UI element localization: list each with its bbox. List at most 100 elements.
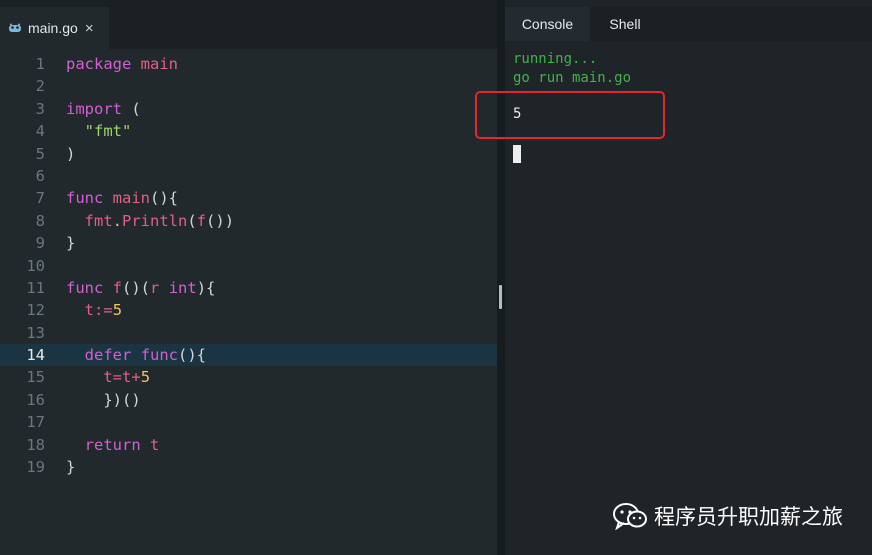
code-token: (: [122, 99, 141, 118]
code-token: package: [66, 55, 132, 73]
code-token: })(): [66, 390, 141, 409]
code-token: defer: [84, 346, 132, 365]
code-token: (){: [178, 346, 207, 365]
line-number: 2: [35, 77, 45, 96]
line-number: 7: [35, 189, 45, 208]
code-text: "fmt": [66, 120, 132, 142]
code-text: return t: [66, 434, 160, 456]
code-token: import: [66, 99, 122, 118]
code-text: import (: [66, 98, 141, 120]
line-number: 16: [26, 390, 45, 409]
code-text: package main: [66, 53, 178, 75]
code-line[interactable]: 17: [0, 411, 497, 433]
code-line[interactable]: 6: [0, 165, 497, 187]
code-token: 5: [112, 301, 123, 320]
code-token: 5: [140, 368, 151, 387]
code-line[interactable]: 19}: [0, 456, 497, 478]
code-text: t:=5: [66, 299, 122, 321]
code-token: ){: [196, 278, 216, 297]
code-text: fmt.Println(f()): [66, 210, 234, 232]
code-token: main: [112, 189, 150, 208]
code-token: t: [122, 368, 132, 387]
console-pane[interactable]: Console Shell running... go run main.go …: [505, 0, 872, 555]
code-token: Println: [122, 211, 188, 230]
line-number: 15: [26, 368, 45, 387]
code-token: r: [150, 278, 160, 297]
code-line[interactable]: 4 "fmt": [0, 120, 497, 142]
line-number: 4: [35, 122, 45, 141]
code-line[interactable]: 2: [0, 75, 497, 97]
line-number: 14: [26, 346, 45, 365]
code-line[interactable]: 11 func f()(r int){: [0, 277, 497, 299]
code-line[interactable]: 16 })(): [0, 389, 497, 411]
code-text: })(): [66, 389, 141, 411]
code-token: (){: [150, 189, 178, 208]
code-token: f: [112, 278, 123, 297]
line-number: 1: [35, 55, 45, 73]
code-token: fmt: [84, 211, 113, 230]
code-line[interactable]: 1 package main: [0, 53, 497, 75]
line-number: 3: [35, 99, 45, 118]
code-token: main: [140, 55, 178, 73]
file-tab-main-go[interactable]: main.go ×: [0, 7, 109, 49]
code-token: :=: [94, 301, 113, 320]
resize-handle[interactable]: [499, 285, 502, 309]
watermark-text: 程序员升职加薪之旅: [654, 506, 843, 529]
tab-shell[interactable]: Shell: [590, 7, 660, 41]
pane-divider[interactable]: [497, 0, 505, 555]
code-token: ()): [206, 211, 235, 230]
code-line[interactable]: 10: [0, 255, 497, 277]
code-line[interactable]: 3 import (: [0, 98, 497, 120]
line-number: 5: [35, 144, 45, 163]
terminal-cursor: [513, 145, 521, 163]
code-line[interactable]: 18 return t: [0, 434, 497, 456]
line-number: 11: [26, 278, 45, 297]
code-area[interactable]: 1 package main 2 3 import (4 "fmt" 5) 6 7 func m…: [0, 53, 497, 478]
tab-console[interactable]: Console: [505, 7, 590, 41]
code-token: f: [196, 211, 207, 230]
line-number: 12: [26, 301, 45, 320]
code-line[interactable]: 7 func main(){: [0, 187, 497, 209]
code-token: "fmt": [84, 122, 132, 141]
line-number: 18: [26, 435, 45, 454]
code-line[interactable]: 12 t:=5: [0, 299, 497, 321]
code-token: ): [66, 144, 76, 163]
line-number: 10: [26, 256, 45, 275]
console-output-log: running... go run main.go: [513, 51, 632, 86]
code-token: t: [150, 435, 160, 454]
watermark: 程序员升职加薪之旅: [612, 500, 843, 532]
file-tab-label: main.go: [28, 20, 78, 36]
line-number: 8: [35, 211, 45, 230]
editor-tab-bar: main.go ×: [0, 0, 497, 49]
code-token: ()(: [122, 278, 151, 297]
code-text: func main(){: [66, 187, 178, 209]
code-token: }: [66, 458, 76, 477]
line-number: 17: [26, 413, 45, 432]
code-text: ): [66, 143, 75, 165]
code-line[interactable]: 5): [0, 143, 497, 165]
code-token: }: [66, 234, 76, 253]
code-line[interactable]: 13: [0, 322, 497, 344]
code-line[interactable]: 14 defer func(){: [0, 344, 497, 367]
code-editor-pane[interactable]: main.go × 1 package main 2 3 import (4 "fmt"…: [0, 0, 497, 555]
close-tab-icon[interactable]: ×: [85, 20, 94, 37]
code-token: =: [112, 368, 123, 387]
code-token: .: [112, 211, 123, 230]
code-line[interactable]: 15 t=t+5: [0, 366, 497, 388]
code-line[interactable]: 9}: [0, 232, 497, 254]
line-number: 6: [35, 166, 45, 185]
code-line[interactable]: 8 fmt.Println(f()): [0, 210, 497, 232]
code-token: t: [84, 301, 95, 320]
code-text: }: [66, 456, 75, 478]
